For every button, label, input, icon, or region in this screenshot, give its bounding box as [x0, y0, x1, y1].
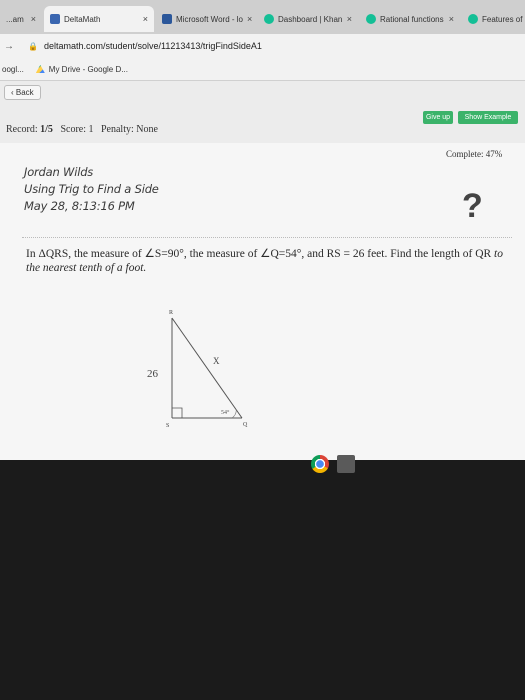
- side-rs-label: 26: [147, 368, 159, 380]
- tab-features[interactable]: Features of sin: [462, 6, 525, 32]
- record-value: 1/5: [40, 124, 53, 135]
- tab-khan[interactable]: Dashboard | Khan ×: [258, 6, 358, 32]
- vertex-q-label: Q: [243, 422, 248, 428]
- record-label: Record:: [6, 124, 38, 135]
- close-icon[interactable]: ×: [347, 14, 352, 24]
- tab-deltamath[interactable]: DeltaMath ×: [44, 6, 154, 32]
- tab-label: Features of sin: [482, 14, 525, 24]
- angle-q-label: 54°: [221, 409, 230, 416]
- chrome-icon[interactable]: [311, 455, 329, 473]
- angle-q-arc: [231, 409, 237, 419]
- url-field[interactable]: deltamath.com/student/solve/11213413/tri…: [44, 41, 262, 51]
- lock-icon: 🔒: [28, 41, 38, 51]
- tab-label: Dashboard | Khan: [278, 14, 343, 24]
- score-value: 1: [88, 124, 94, 135]
- triangle-diagram: R S Q 26 X 54°: [147, 310, 248, 429]
- address-bar: → 🔒 deltamath.com/student/solve/11213413…: [0, 34, 525, 58]
- side-rq-line: [171, 317, 243, 419]
- tab-label: DeltaMath: [64, 14, 101, 24]
- complete-progress: Complete: 47%: [446, 149, 503, 159]
- divider: [22, 237, 512, 238]
- bookmark-my-drive[interactable]: My Drive - Google D...: [49, 65, 128, 74]
- give-up-button[interactable]: Give up: [423, 111, 453, 124]
- back-button[interactable]: ‹ Back: [4, 85, 41, 100]
- google-drive-icon: [35, 65, 45, 73]
- khan-icon: [264, 14, 274, 24]
- show-example-button[interactable]: Show Example: [458, 111, 518, 124]
- tab-rational[interactable]: Rational functions ×: [360, 6, 460, 32]
- khan-icon: [366, 14, 376, 24]
- close-icon[interactable]: ×: [247, 14, 252, 24]
- tab-label: Microsoft Word - lo: [176, 14, 243, 24]
- forward-arrow-icon[interactable]: →: [4, 41, 14, 52]
- score-label: Score:: [60, 124, 86, 135]
- help-icon[interactable]: ?: [462, 187, 483, 226]
- bookmark-google[interactable]: oogl...: [2, 65, 24, 74]
- question-text: In ΔQRS, the measure of ∠S=90°, the meas…: [26, 247, 506, 275]
- tab-label: ...am: [6, 14, 24, 24]
- close-icon[interactable]: ×: [449, 14, 454, 24]
- problem-timestamp: May 28, 8:13:16 PM: [24, 199, 135, 213]
- right-angle-mark: [172, 407, 183, 418]
- bookmarks-bar: oogl... My Drive - Google D...: [0, 58, 525, 81]
- penalty: Penalty: None: [100, 124, 158, 135]
- record-line: Record: 1/5 Score: 1 Penalty: None: [6, 124, 158, 135]
- vertex-r-label: R: [169, 310, 173, 316]
- student-name: Jordan Wilds: [24, 165, 94, 179]
- deltamath-icon: [50, 14, 60, 24]
- close-icon[interactable]: ×: [31, 14, 36, 24]
- tab-0[interactable]: ...am ×: [0, 6, 42, 32]
- app-icon[interactable]: [337, 455, 355, 473]
- vertex-s-label: S: [166, 423, 169, 429]
- tab-word[interactable]: Microsoft Word - lo ×: [156, 6, 256, 32]
- question-main: In ΔQRS, the measure of ∠S=90°, the meas…: [26, 248, 495, 260]
- side-qr-label: X: [213, 356, 220, 366]
- close-icon[interactable]: ×: [143, 14, 148, 24]
- browser-window: ...am × DeltaMath × Microsoft Word - lo …: [0, 0, 525, 460]
- word-icon: [162, 14, 172, 24]
- problem-topic: Using Trig to Find a Side: [24, 182, 159, 196]
- tab-label: Rational functions: [380, 14, 444, 24]
- tab-strip: ...am × DeltaMath × Microsoft Word - lo …: [0, 0, 525, 34]
- khan-icon: [468, 14, 478, 24]
